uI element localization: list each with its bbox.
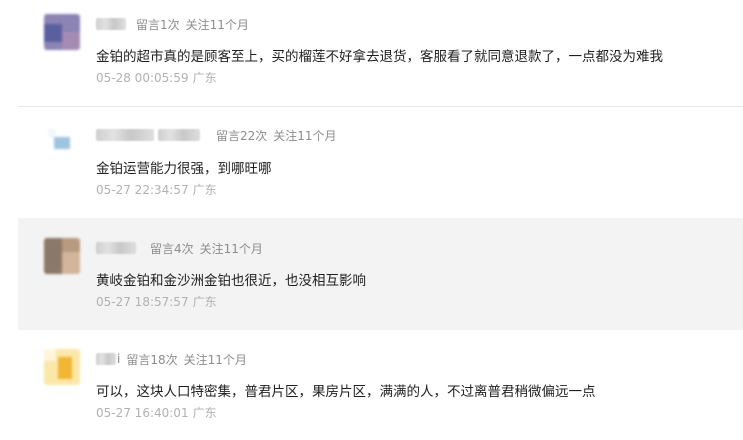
comment-item: 留言4次 关注11个月 黄岐金铂和金沙洲金铂也很近，也没相互影响 05-27 1… xyxy=(18,218,743,330)
comment-meta: i 留言18次 关注11个月 xyxy=(96,351,253,367)
nickname-redacted xyxy=(96,129,154,141)
comment-item: 留言22次 关注11个月 金铂运营能力很强，到哪旺哪 05-27 22:34:5… xyxy=(18,107,743,217)
comment-item: i 留言18次 关注11个月 可以，这块人口特密集，普君片区，果房片区，满满的人… xyxy=(18,331,743,440)
follow-duration: 关注11个月 xyxy=(273,128,337,143)
avatar-image xyxy=(44,125,80,161)
nickname-redacted xyxy=(96,353,116,365)
message-count: 留言18次 xyxy=(126,352,178,367)
comment-date: 05-28 00:05:59 xyxy=(96,71,189,85)
comment-meta: 留言1次 关注11个月 xyxy=(96,16,255,32)
avatar-image xyxy=(44,238,80,274)
follow-duration: 关注11个月 xyxy=(199,241,263,256)
comment-location: 广东 xyxy=(192,71,217,85)
nickname-redacted xyxy=(96,18,126,30)
comment-location: 广东 xyxy=(192,183,217,197)
comment-text: 黄岐金铂和金沙洲金铂也很近，也没相互影响 xyxy=(96,273,366,289)
comment-meta: 留言22次 关注11个月 xyxy=(96,127,343,143)
nickname-redacted xyxy=(158,129,200,141)
message-count: 留言1次 xyxy=(136,17,180,32)
avatar[interactable] xyxy=(44,238,80,274)
comment-text: 可以，这块人口特密集，普君片区，果房片区，满满的人，不过离普君稍微偏远一点 xyxy=(96,384,596,400)
message-count: 留言22次 xyxy=(216,128,268,143)
comment-location: 广东 xyxy=(192,406,217,420)
follow-duration: 关注11个月 xyxy=(183,352,247,367)
comment-time: 05-27 16:40:01 广东 xyxy=(96,404,217,421)
comment-text: 金铂的超市真的是顾客至上，买的榴莲不好拿去退货，客服看了就同意退款了，一点都没为… xyxy=(96,49,663,65)
avatar-image xyxy=(44,14,80,50)
comment-time: 05-28 00:05:59 广东 xyxy=(96,69,217,86)
comment-date: 05-27 22:34:57 xyxy=(96,183,189,197)
comment-time: 05-27 22:34:57 广东 xyxy=(96,181,217,198)
avatar[interactable] xyxy=(44,125,80,161)
comment-item: 留言1次 关注11个月 金铂的超市真的是顾客至上，买的榴莲不好拿去退货，客服看了… xyxy=(18,0,743,106)
comment-text: 金铂运营能力很强，到哪旺哪 xyxy=(96,161,272,177)
nickname-suffix: i xyxy=(117,352,121,366)
avatar[interactable] xyxy=(44,14,80,50)
comment-date: 05-27 18:57:57 xyxy=(96,295,189,309)
avatar[interactable] xyxy=(44,349,80,385)
comment-location: 广东 xyxy=(192,295,217,309)
avatar-image xyxy=(44,349,80,385)
follow-duration: 关注11个月 xyxy=(185,17,249,32)
comment-list: 留言1次 关注11个月 金铂的超市真的是顾客至上，买的榴莲不好拿去退货，客服看了… xyxy=(0,0,743,440)
message-count: 留言4次 xyxy=(150,241,194,256)
comment-date: 05-27 16:40:01 xyxy=(96,406,189,420)
comment-time: 05-27 18:57:57 广东 xyxy=(96,293,217,310)
comment-meta: 留言4次 关注11个月 xyxy=(96,240,269,256)
nickname-redacted xyxy=(96,242,136,254)
